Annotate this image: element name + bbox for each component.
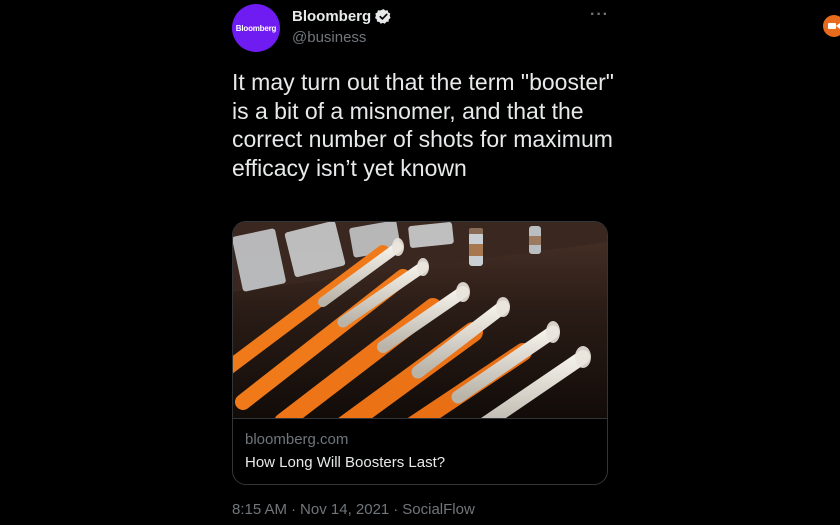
tweet-time[interactable]: 8:15 AM <box>232 501 287 518</box>
verified-badge-icon <box>375 8 392 25</box>
tweet-date[interactable]: Nov 14, 2021 <box>300 501 389 518</box>
avatar[interactable]: Bloomberg <box>232 4 280 52</box>
meta-separator: · <box>291 501 297 518</box>
handle[interactable]: @business <box>292 29 366 46</box>
display-name[interactable]: Bloomberg <box>292 8 371 25</box>
card-domain: bloomberg.com <box>245 431 349 448</box>
video-camera-icon[interactable] <box>823 15 840 37</box>
meta-separator: · <box>393 501 399 518</box>
tweet-text: It may turn out that the term "booster" … <box>232 69 614 181</box>
card-footer[interactable]: bloomberg.com How Long Will Boosters Las… <box>233 418 607 484</box>
tweet-meta: 8:15 AM · Nov 14, 2021 · SocialFlow <box>232 501 475 518</box>
card-image[interactable] <box>233 222 607 418</box>
tweet-source[interactable]: SocialFlow <box>402 501 475 518</box>
card-title: How Long Will Boosters Last? <box>245 454 446 471</box>
avatar-logo-text: Bloomberg <box>235 23 277 33</box>
link-card[interactable]: bloomberg.com How Long Will Boosters Las… <box>232 221 608 485</box>
author-name-row: Bloomberg <box>292 8 392 25</box>
more-options-icon[interactable]: ··· <box>590 6 609 24</box>
